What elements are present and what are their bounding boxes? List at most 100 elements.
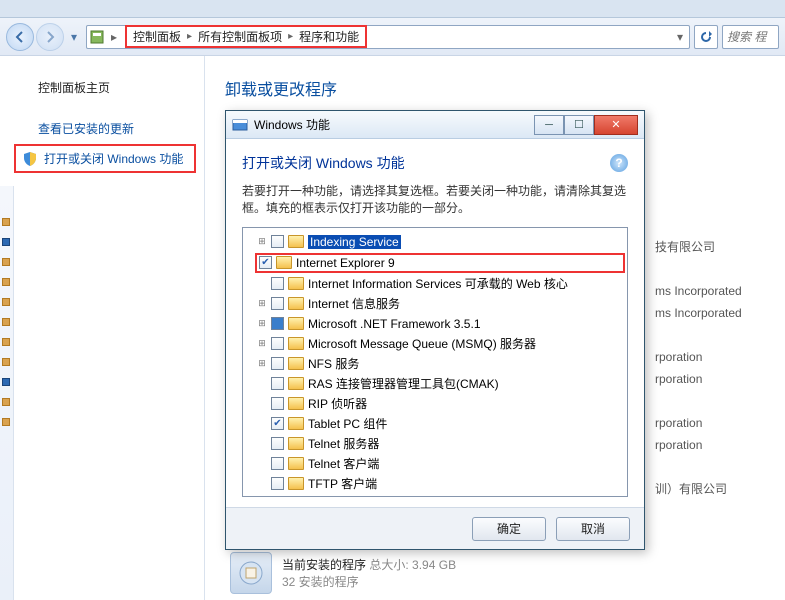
close-button[interactable]: ✕ [594,115,638,135]
programs-icon [230,552,272,594]
checkbox[interactable] [271,337,284,350]
status-bar: 当前安装的程序 总大小: 3.94 GB 32 安装的程序 [230,552,456,594]
ok-button[interactable]: 确定 [472,517,546,541]
breadcrumb-highlight: 控制面板 ▸ 所有控制面板项 ▸ 程序和功能 [125,25,367,48]
history-dropdown[interactable]: ▾ [66,28,82,46]
feature-item[interactable]: ⊞Telnet 服务器 [245,434,625,454]
feature-label: RAS 连接管理器管理工具包(CMAK) [308,375,499,392]
list-item: ms Incorporated [655,280,775,302]
feature-label: Telnet 服务器 [308,435,379,452]
list-item: 技有限公司 [655,236,775,258]
folder-icon [288,235,304,248]
search-box[interactable] [722,25,779,49]
expander-icon[interactable]: ⊞ [257,338,267,349]
control-panel-icon [87,30,107,44]
feature-item[interactable]: ⊞ Microsoft .NET Framework 3.5.1 [245,314,625,334]
address-bar: ▾ ▸ 控制面板 ▸ 所有控制面板项 ▸ 程序和功能 ▾ [0,18,785,56]
feature-label: Tablet PC 组件 [308,415,387,432]
feature-label: Microsoft Message Queue (MSMQ) 服务器 [308,335,536,352]
checkbox[interactable] [271,457,284,470]
feature-item[interactable]: ⊞ Internet 信息服务 [245,294,625,314]
search-input[interactable] [727,30,774,44]
folder-icon [276,256,292,269]
breadcrumb-item[interactable]: 程序和功能 [299,28,359,45]
dialog-heading: 打开或关闭 Windows 功能 [242,153,405,173]
breadcrumb-item[interactable]: 所有控制面板项 [198,28,282,45]
sidebar-link-updates[interactable]: 查看已安装的更新 [0,115,204,142]
folder-icon [288,337,304,350]
feature-item[interactable]: ⊞Telnet 客户端 [245,454,625,474]
expander-icon[interactable]: ⊞ [257,236,267,247]
breadcrumb-item[interactable]: 控制面板 [133,28,181,45]
forward-button[interactable] [36,23,64,51]
breadcrumb-chevron[interactable]: ▸ [107,30,121,44]
list-item: rporation [655,412,775,434]
feature-item[interactable]: ⊞TFTP 客户端 [245,474,625,494]
dialog-description: 若要打开一种功能，请选择其复选框。若要关闭一种功能，请清除其复选框。填充的框表示… [242,183,628,217]
expander-icon[interactable]: ⊞ [257,358,267,369]
sidebar-icons [2,206,12,438]
feature-item[interactable]: ⊞RAS 连接管理器管理工具包(CMAK) [245,374,625,394]
maximize-button[interactable]: ☐ [564,115,594,135]
dialog-title: Windows 功能 [254,116,534,133]
feature-label: NFS 服务 [308,355,359,372]
feature-label: Microsoft .NET Framework 3.5.1 [308,317,481,331]
feature-item[interactable]: ⊞RIP 侦听器 [245,394,625,414]
feature-item[interactable]: ⊞ Microsoft Message Queue (MSMQ) 服务器 [245,334,625,354]
checkbox[interactable] [271,357,284,370]
list-item: rporation [655,434,775,456]
checkbox[interactable] [271,477,284,490]
folder-icon [288,397,304,410]
chevron-right-icon: ▸ [187,31,192,42]
feature-label: Telnet 客户端 [308,455,379,472]
expander-icon[interactable]: ⊞ [257,298,267,309]
folder-icon [288,297,304,310]
chevron-right-icon: ▸ [288,31,293,42]
back-button[interactable] [6,23,34,51]
help-icon[interactable]: ? [610,154,628,172]
list-item: rporation [655,346,775,368]
sidebar-link-features[interactable]: 打开或关闭 Windows 功能 [14,144,196,173]
dialog-icon [232,117,248,133]
list-item: 训）有限公司 [655,478,775,500]
feature-label: Internet Information Services 可承载的 Web 核… [308,275,568,292]
folder-icon [288,317,304,330]
checkbox[interactable] [271,297,284,310]
features-tree[interactable]: ⊞Indexing Service✔Internet Explorer 9⊞In… [242,227,628,497]
breadcrumb-bar[interactable]: ▸ 控制面板 ▸ 所有控制面板项 ▸ 程序和功能 ▾ [86,25,690,49]
dialog-titlebar[interactable]: Windows 功能 ─ ☐ ✕ [226,111,644,139]
checkbox[interactable] [271,377,284,390]
checkbox[interactable] [271,317,284,330]
cancel-button[interactable]: 取消 [556,517,630,541]
sidebar-header[interactable]: 控制面板主页 [0,74,204,101]
page-title: 卸载或更改程序 [225,76,775,100]
expander-icon[interactable]: ⊞ [257,318,267,329]
folder-icon [288,277,304,290]
feature-item[interactable]: ⊞✔Tablet PC 组件 [245,414,625,434]
folder-icon [288,477,304,490]
checkbox[interactable] [271,397,284,410]
feature-label: TFTP 客户端 [308,475,377,492]
feature-label: Internet Explorer 9 [296,256,395,270]
list-item: rporation [655,368,775,390]
breadcrumb-dropdown[interactable]: ▾ [671,30,689,44]
dialog-footer: 确定 取消 [226,507,644,549]
folder-icon [288,357,304,370]
checkbox[interactable] [271,437,284,450]
checkbox[interactable]: ✔ [271,417,284,430]
feature-item[interactable]: ⊞ NFS 服务 [245,354,625,374]
feature-item[interactable]: ⊞Internet Information Services 可承载的 Web … [245,274,625,294]
feature-item[interactable]: ⊞Indexing Service [245,232,625,252]
status-text: 当前安装的程序 总大小: 3.94 GB 32 安装的程序 [282,556,456,590]
feature-item[interactable]: ✔ Internet Explorer 9 [255,253,625,273]
checkbox[interactable] [271,235,284,248]
feature-label: RIP 侦听器 [308,395,367,412]
window-top-chrome [0,0,785,18]
minimize-button[interactable]: ─ [534,115,564,135]
folder-icon [288,437,304,450]
sidebar-link-label: 打开或关闭 Windows 功能 [44,150,183,167]
checkbox[interactable]: ✔ [259,256,272,269]
checkbox[interactable] [271,277,284,290]
refresh-button[interactable] [694,25,718,49]
feature-label: Internet 信息服务 [308,295,400,312]
